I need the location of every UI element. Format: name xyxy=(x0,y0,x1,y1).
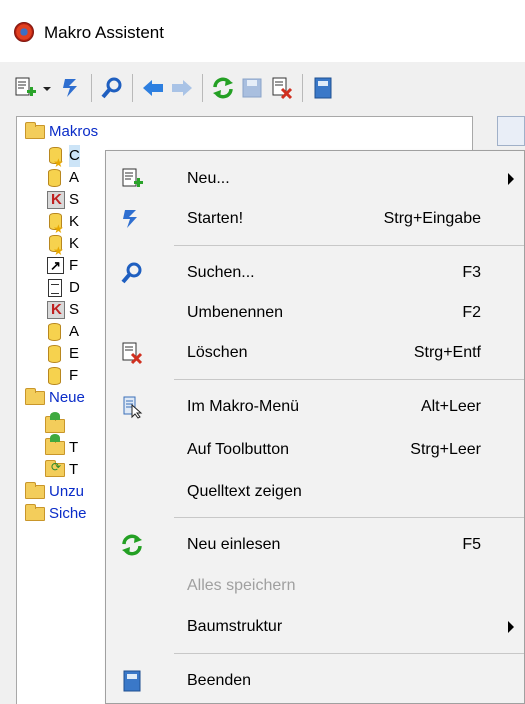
menu-item-label: Löschen xyxy=(187,344,248,361)
macro-star-icon xyxy=(47,235,64,262)
menu-item-exit[interactable]: Beenden xyxy=(106,661,524,701)
menu-item-label: Neu... xyxy=(187,170,230,187)
menu-item-label: Starten! xyxy=(187,210,244,227)
menu-item-rename[interactable]: Umbenennen F2 xyxy=(106,293,524,333)
menu-item-show-source[interactable]: Quelltext zeigen xyxy=(106,472,524,512)
folder-icon xyxy=(25,504,45,521)
folder-green-icon xyxy=(45,412,65,433)
menu-separator xyxy=(174,653,524,654)
menu-separator xyxy=(174,379,524,380)
menu-item-shortcut: F3 xyxy=(462,264,481,281)
menu-item-new[interactable]: Neu... xyxy=(106,159,524,199)
title-bar: Makro Assistent xyxy=(0,0,525,62)
macro-red-icon xyxy=(47,299,65,321)
side-panel-tab[interactable] xyxy=(497,116,525,146)
macro-star-icon xyxy=(47,213,64,240)
app-icon xyxy=(14,22,34,42)
menu-item-label: Beenden xyxy=(187,672,252,689)
folder-icon xyxy=(25,122,45,139)
macro-icon xyxy=(48,323,61,341)
macro-star-icon xyxy=(47,147,64,174)
shortcut-icon xyxy=(47,255,64,277)
menu-item-label: Auf Toolbutton xyxy=(187,441,290,458)
folder-icon xyxy=(25,388,45,405)
menu-item-shortcut: Alt+Leer xyxy=(420,398,481,415)
window-title: Makro Assistent xyxy=(44,23,164,42)
menu-item-search[interactable]: Suchen... F3 xyxy=(106,253,524,293)
forward-icon[interactable] xyxy=(170,76,194,100)
menu-item-delete[interactable]: Löschen Strg+Entf xyxy=(106,333,524,373)
macro-icon xyxy=(48,169,61,187)
menu-item-toolbutton[interactable]: Auf Toolbutton Strg+Leer xyxy=(106,430,524,470)
refresh-icon[interactable] xyxy=(211,76,235,100)
macro-red-icon xyxy=(47,189,65,211)
back-icon[interactable] xyxy=(141,76,165,100)
refresh-icon xyxy=(122,534,142,556)
menu-item-label: Im Makro-Menü xyxy=(187,398,300,415)
exit-icon xyxy=(123,670,141,692)
folder-green-icon xyxy=(45,434,65,455)
menu-item-shortcut: Strg+Entf xyxy=(413,344,481,361)
new-icon[interactable] xyxy=(13,76,37,100)
run-icon[interactable] xyxy=(60,76,84,100)
menu-icon xyxy=(123,396,143,419)
menu-item-shortcut: Strg+Leer xyxy=(410,441,481,458)
submenu-arrow-icon xyxy=(508,173,514,185)
toolbar xyxy=(0,62,525,114)
folder-refresh-icon: ⟳ xyxy=(45,460,65,477)
menu-item-shortcut: F5 xyxy=(462,536,481,553)
menu-item-reload[interactable]: Neu einlesen F5 xyxy=(106,525,524,565)
delete-icon xyxy=(122,342,143,365)
context-menu: Neu... Starten! Strg+Eingabe Suchen... F… xyxy=(105,150,525,704)
menu-separator xyxy=(174,517,524,518)
menu-item-label: Suchen... xyxy=(187,264,255,281)
menu-item-label: Alles speichern xyxy=(187,577,296,594)
menu-item-tree-structure[interactable]: Baumstruktur xyxy=(106,607,524,647)
exit-icon[interactable] xyxy=(311,76,335,100)
menu-item-start[interactable]: Starten! Strg+Eingabe xyxy=(106,199,524,239)
search-icon[interactable] xyxy=(100,76,124,100)
menu-item-shortcut: Strg+Eingabe xyxy=(383,210,481,227)
menu-item-macro-menu[interactable]: Im Makro-Menü Alt+Leer xyxy=(106,387,524,427)
menu-item-label: Baumstruktur xyxy=(187,618,283,635)
macro-icon xyxy=(48,345,61,363)
menu-item-label: Neu einlesen xyxy=(187,536,281,553)
menu-item-save-all: Alles speichern xyxy=(106,566,524,606)
dropdown-icon[interactable] xyxy=(40,76,54,100)
folder-icon xyxy=(25,482,45,499)
menu-item-shortcut: F2 xyxy=(462,304,481,321)
macro-icon xyxy=(48,367,61,385)
new-icon xyxy=(122,168,143,187)
save-icon[interactable] xyxy=(240,76,264,100)
menu-separator xyxy=(174,245,524,246)
document-icon xyxy=(48,279,62,297)
menu-item-label: Umbenennen xyxy=(187,304,284,321)
menu-item-label: Quelltext zeigen xyxy=(187,483,302,500)
delete-icon[interactable] xyxy=(270,76,294,100)
run-icon xyxy=(123,210,137,228)
submenu-arrow-icon xyxy=(508,621,514,633)
search-icon xyxy=(121,262,142,284)
